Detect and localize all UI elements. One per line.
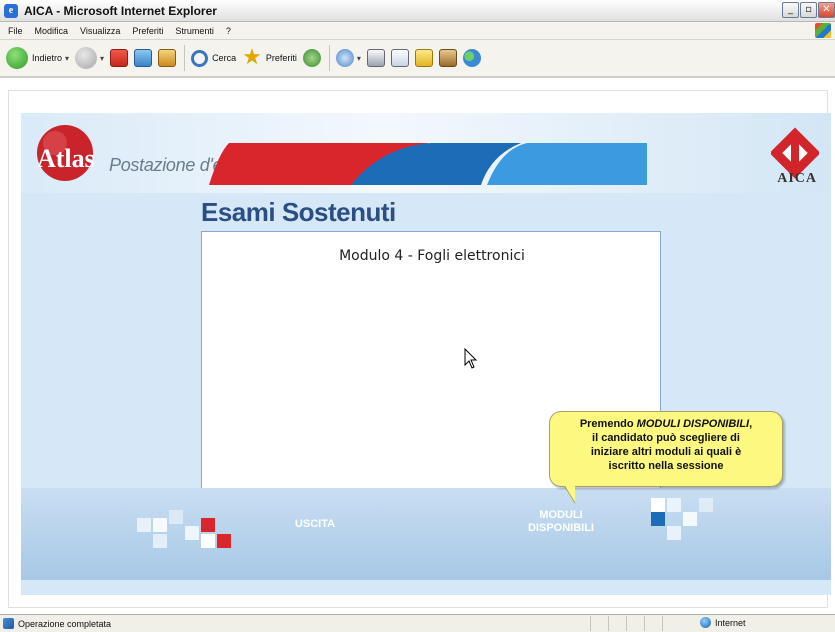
windows-logo-icon: [815, 23, 831, 38]
favorites-button[interactable]: ★ Preferiti: [242, 47, 297, 69]
atlas-logo: Atlas: [37, 125, 95, 181]
window-title: AICA - Microsoft Internet Explorer: [24, 3, 217, 18]
mail-icon: [335, 49, 354, 67]
callout-line4: iscritto nella sessione: [608, 460, 724, 472]
callout-line2: il candidato può scegliere di: [592, 432, 740, 444]
print-button[interactable]: [366, 49, 385, 67]
modules-button-label[interactable]: MODULI DISPONIBILI: [511, 509, 611, 535]
refresh-icon: [134, 49, 153, 67]
discuss-button[interactable]: [414, 49, 433, 67]
menu-visualizza[interactable]: Visualizza: [80, 26, 120, 36]
globe-icon: [700, 617, 711, 628]
book-icon: [438, 49, 457, 67]
chevron-down-icon[interactable]: ▾: [65, 54, 69, 63]
module-item: Modulo 4 - Fogli elettronici: [339, 248, 525, 264]
menu-file[interactable]: File: [8, 26, 23, 36]
home-button[interactable]: [158, 49, 177, 67]
page-icon: [3, 618, 14, 629]
menu-help[interactable]: ?: [226, 26, 231, 36]
menu-modifica[interactable]: Modifica: [35, 26, 69, 36]
title-bar: e AICA - Microsoft Internet Explorer _ ▫…: [0, 0, 835, 22]
security-zone: Internet: [700, 617, 746, 628]
search-button[interactable]: Cerca: [191, 49, 237, 67]
callout-tail: [565, 486, 575, 502]
edit-button[interactable]: [390, 49, 409, 67]
status-bar: Operazione completata Internet: [0, 614, 835, 632]
forward-button[interactable]: ▾: [75, 47, 104, 69]
maximize-button[interactable]: ▫: [800, 2, 817, 18]
atlas-logo-text: Atlas: [37, 144, 95, 173]
menu-preferiti[interactable]: Preferiti: [132, 26, 163, 36]
history-icon: [302, 49, 321, 67]
status-cells: [590, 616, 680, 631]
minimize-button[interactable]: _: [782, 2, 799, 18]
mouse-cursor-icon: [464, 348, 478, 369]
callout-line3: iniziare altri moduli ai quali è: [590, 446, 742, 458]
favorites-label: Preferiti: [265, 53, 297, 63]
menu-bar: File Modifica Visualizza Preferiti Strum…: [0, 22, 835, 40]
stop-button[interactable]: [110, 49, 129, 67]
forward-arrow-icon: [75, 47, 98, 69]
messenger-button[interactable]: [462, 49, 481, 67]
exit-button-label[interactable]: USCITA: [275, 518, 355, 531]
folder-icon: [414, 49, 433, 67]
printer-icon: [366, 49, 385, 67]
toolbar-divider: [328, 45, 330, 71]
star-icon: ★: [242, 45, 262, 70]
search-label: Cerca: [212, 53, 237, 63]
back-arrow-icon: [6, 47, 28, 69]
research-button[interactable]: [438, 49, 457, 67]
decorative-squares: [651, 498, 713, 540]
menu-strumenti[interactable]: Strumenti: [175, 26, 214, 36]
modules-button[interactable]: [487, 143, 647, 185]
window-controls: _ ▫ ✕: [782, 2, 835, 18]
mail-button[interactable]: ▾: [335, 49, 361, 67]
help-callout: Premendo MODULI DISPONIBILI, il candidat…: [549, 411, 783, 487]
history-button[interactable]: [302, 49, 321, 67]
chevron-down-icon[interactable]: ▾: [357, 54, 361, 63]
zone-label: Internet: [715, 617, 746, 628]
toolbar: Indietro ▾ ▾ Cerca ★ Preferiti ▾: [0, 40, 835, 78]
toolbar-divider: [184, 45, 186, 71]
chevron-down-icon[interactable]: ▾: [100, 54, 104, 63]
refresh-button[interactable]: [134, 49, 153, 67]
messenger-icon: [462, 49, 481, 67]
decorative-squares: [137, 510, 231, 548]
modules-button-line1: MODULI: [539, 509, 583, 521]
stop-icon: [110, 49, 129, 67]
back-label: Indietro: [32, 53, 63, 63]
home-icon: [158, 49, 177, 67]
back-button[interactable]: Indietro ▾: [6, 47, 69, 69]
status-text: Operazione completata: [18, 618, 112, 629]
exam-app: Atlas Postazione d'esame AICA Esami Sost…: [21, 113, 831, 595]
ie-icon: e: [4, 3, 18, 18]
callout-line1: Premendo MODULI DISPONIBILI,: [579, 418, 753, 430]
search-icon: [191, 49, 209, 67]
aica-logo-text: AICA: [777, 171, 817, 186]
close-button[interactable]: ✕: [818, 2, 835, 18]
page-title: Esami Sostenuti: [201, 197, 396, 227]
edit-icon: [390, 49, 409, 67]
browser-content: Atlas Postazione d'esame AICA Esami Sost…: [8, 90, 831, 608]
modules-button-line2: DISPONIBILI: [527, 522, 594, 534]
